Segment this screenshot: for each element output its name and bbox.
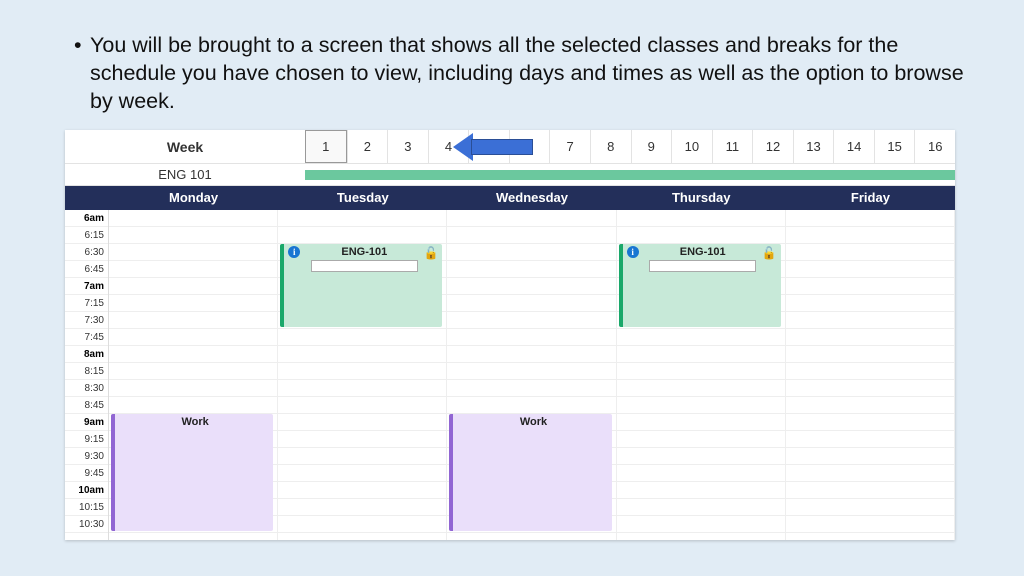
day-column: i ENG-101 🔓 bbox=[278, 210, 447, 540]
event-title: ENG-101 bbox=[680, 246, 726, 258]
time-label: 8am bbox=[65, 346, 108, 363]
week-cell-3[interactable]: 3 bbox=[387, 130, 428, 163]
time-label: 10:30 bbox=[65, 516, 108, 533]
days-header: MondayTuesdayWednesdayThursdayFriday bbox=[65, 186, 955, 210]
info-icon[interactable]: i bbox=[288, 246, 300, 258]
week-cell-9[interactable]: 9 bbox=[631, 130, 672, 163]
time-label: 10am bbox=[65, 482, 108, 499]
time-label: 6am bbox=[65, 210, 108, 227]
time-gutter: 6am6:156:306:457am7:157:307:458am8:158:3… bbox=[65, 210, 109, 540]
day-header: Wednesday bbox=[447, 186, 616, 210]
time-label: 9:30 bbox=[65, 448, 108, 465]
day-header: Monday bbox=[109, 186, 278, 210]
class-event[interactable]: i ENG-101 🔓 bbox=[280, 244, 442, 327]
event-input[interactable] bbox=[311, 260, 418, 272]
week-cell-8[interactable]: 8 bbox=[590, 130, 631, 163]
week-cell-12[interactable]: 12 bbox=[752, 130, 793, 163]
time-label: 8:45 bbox=[65, 397, 108, 414]
week-cell-7[interactable]: 7 bbox=[549, 130, 590, 163]
class-event[interactable]: i ENG-101 🔓 bbox=[619, 244, 781, 327]
time-label: 7:45 bbox=[65, 329, 108, 346]
week-cell-13[interactable]: 13 bbox=[793, 130, 834, 163]
day-column: Work bbox=[447, 210, 616, 540]
time-label: 9am bbox=[65, 414, 108, 431]
time-label: 6:15 bbox=[65, 227, 108, 244]
week-cell-6[interactable]: 6 bbox=[509, 130, 550, 163]
day-header: Tuesday bbox=[278, 186, 447, 210]
day-column bbox=[786, 210, 955, 540]
time-label: 8:30 bbox=[65, 380, 108, 397]
event-title: ENG-101 bbox=[341, 246, 387, 258]
class-span-bar bbox=[305, 164, 955, 185]
break-event[interactable]: Work bbox=[111, 414, 273, 531]
week-cell-11[interactable]: 11 bbox=[712, 130, 753, 163]
week-cell-15[interactable]: 15 bbox=[874, 130, 915, 163]
time-label: 9:45 bbox=[65, 465, 108, 482]
unlock-icon[interactable]: 🔓 bbox=[423, 246, 438, 260]
class-span-row: ENG 101 bbox=[65, 164, 955, 186]
week-cell-4[interactable]: 4 bbox=[428, 130, 469, 163]
day-header: Thursday bbox=[617, 186, 786, 210]
calendar-grid: 6am6:156:306:457am7:157:307:458am8:158:3… bbox=[65, 210, 955, 540]
week-cell-5[interactable]: 5 bbox=[468, 130, 509, 163]
day-header: Friday bbox=[786, 186, 955, 210]
week-label: Week bbox=[65, 130, 305, 163]
time-label: 10:15 bbox=[65, 499, 108, 516]
instruction-bullet: You will be brought to a screen that sho… bbox=[90, 32, 964, 116]
day-column: i ENG-101 🔓 bbox=[617, 210, 786, 540]
event-title: Work bbox=[181, 416, 208, 428]
day-column: Work bbox=[109, 210, 278, 540]
week-selector-row: Week 12345678910111213141516 bbox=[65, 130, 955, 164]
time-label: 6:45 bbox=[65, 261, 108, 278]
week-cell-14[interactable]: 14 bbox=[833, 130, 874, 163]
info-icon[interactable]: i bbox=[627, 246, 639, 258]
time-label: 7am bbox=[65, 278, 108, 295]
time-label: 9:15 bbox=[65, 431, 108, 448]
break-event[interactable]: Work bbox=[449, 414, 611, 531]
week-cell-10[interactable]: 10 bbox=[671, 130, 712, 163]
week-cell-16[interactable]: 16 bbox=[914, 130, 955, 163]
time-label: 7:30 bbox=[65, 312, 108, 329]
week-cell-1[interactable]: 1 bbox=[305, 130, 347, 163]
week-cell-2[interactable]: 2 bbox=[347, 130, 388, 163]
time-label: 8:15 bbox=[65, 363, 108, 380]
event-input[interactable] bbox=[649, 260, 756, 272]
unlock-icon[interactable]: 🔓 bbox=[762, 246, 777, 260]
time-label: 6:30 bbox=[65, 244, 108, 261]
class-span-label: ENG 101 bbox=[65, 164, 305, 185]
schedule-app: Week 12345678910111213141516 ENG 101 Mon… bbox=[65, 130, 955, 540]
time-label: 7:15 bbox=[65, 295, 108, 312]
event-title: Work bbox=[520, 416, 547, 428]
